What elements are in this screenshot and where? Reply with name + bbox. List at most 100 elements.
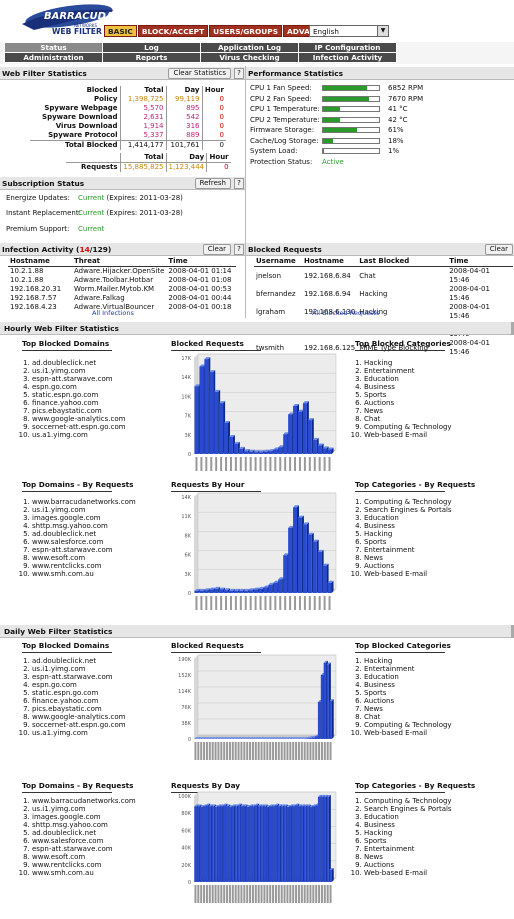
subtab-ip-configuration[interactable]: IP Configuration — [298, 42, 397, 53]
list-item[interactable]: Hacking — [364, 829, 452, 837]
list-item[interactable]: Sports — [364, 689, 452, 697]
list-item[interactable]: static.espn.go.com — [32, 391, 126, 399]
list-item[interactable]: www.rentclicks.com — [32, 562, 136, 570]
list-item[interactable]: Sports — [364, 837, 452, 845]
list-item[interactable]: www.salesforce.com — [32, 837, 136, 845]
list-item[interactable]: Sports — [364, 391, 452, 399]
list-item[interactable]: News — [364, 407, 452, 415]
list-item[interactable]: Search Engines & Portals — [364, 805, 452, 813]
tab-users-groups[interactable]: USERS/GROUPS — [209, 25, 283, 37]
help-icon[interactable]: ? — [234, 178, 244, 189]
list-item[interactable]: Education — [364, 514, 452, 522]
list-item[interactable]: Auctions — [364, 861, 452, 869]
list-item[interactable]: images.google.com — [32, 813, 136, 821]
list-item[interactable]: shttp.msg.yahoo.com — [32, 522, 136, 530]
list-item[interactable]: Web-based E-mail — [364, 570, 452, 578]
tab-block-accept[interactable]: BLOCK/ACCEPT — [137, 25, 209, 37]
list-item[interactable]: Computing & Technology — [364, 423, 452, 431]
list-item[interactable]: www.rentclicks.com — [32, 861, 136, 869]
list-item[interactable]: finance.yahoo.com — [32, 399, 126, 407]
list-item[interactable]: ad.doubleclick.net — [32, 530, 136, 538]
list-item[interactable]: www.salesforce.com — [32, 538, 136, 546]
list-item[interactable]: Computing & Technology — [364, 498, 452, 506]
list-item[interactable]: images.google.com — [32, 514, 136, 522]
list-item[interactable]: www.smh.com.au — [32, 869, 136, 877]
list-item[interactable]: espn-att.starwave.com — [32, 375, 126, 383]
list-item[interactable]: www.barracudanetworks.com — [32, 498, 136, 506]
list-item[interactable]: soccernet-att.espn.go.com — [32, 423, 126, 431]
list-item[interactable]: Web-based E-mail — [364, 869, 452, 877]
list-item[interactable]: us.a1.yimg.com — [32, 431, 126, 439]
list-item[interactable]: Business — [364, 522, 452, 530]
list-item[interactable]: Business — [364, 383, 452, 391]
list-item[interactable]: www.esoft.com — [32, 554, 136, 562]
help-icon[interactable]: ? — [234, 68, 244, 79]
list-item[interactable]: Chat — [364, 713, 452, 721]
list-item[interactable]: News — [364, 853, 452, 861]
subtab-virus-checking[interactable]: Virus Checking — [200, 52, 299, 63]
list-item[interactable]: Computing & Technology — [364, 721, 452, 729]
list-item[interactable]: www.barracudanetworks.com — [32, 797, 136, 805]
list-item[interactable]: ad.doubleclick.net — [32, 657, 126, 665]
list-item[interactable]: Sports — [364, 538, 452, 546]
list-item[interactable]: Chat — [364, 415, 452, 423]
list-item[interactable]: Education — [364, 813, 452, 821]
list-item[interactable]: pics.ebaystatic.com — [32, 407, 126, 415]
list-item[interactable]: Web-based E-mail — [364, 729, 452, 737]
list-item[interactable]: Hacking — [364, 657, 452, 665]
list-item[interactable]: us.i1.yimg.com — [32, 665, 126, 673]
list-item[interactable]: Entertainment — [364, 367, 452, 375]
list-item[interactable]: soccernet-att.espn.go.com — [32, 721, 126, 729]
list-item[interactable]: Auctions — [364, 697, 452, 705]
clear-statistics-button[interactable]: Clear Statistics — [168, 68, 231, 79]
list-item[interactable]: News — [364, 554, 452, 562]
list-item[interactable]: Entertainment — [364, 546, 452, 554]
list-item[interactable]: Auctions — [364, 562, 452, 570]
list-item[interactable]: www.smh.com.au — [32, 570, 136, 578]
subtab-status[interactable]: Status — [4, 42, 103, 53]
list-item[interactable]: finance.yahoo.com — [32, 697, 126, 705]
subtab-reports[interactable]: Reports — [102, 52, 201, 63]
all-blocked-requests-link[interactable]: All Blocked Requests — [312, 309, 379, 317]
list-item[interactable]: ad.doubleclick.net — [32, 829, 136, 837]
list-item[interactable]: espn.go.com — [32, 681, 126, 689]
list-item[interactable]: Education — [364, 375, 452, 383]
list-item[interactable]: Business — [364, 821, 452, 829]
list-item[interactable]: www.google-analytics.com — [32, 415, 126, 423]
clear-button[interactable]: Clear — [484, 244, 513, 255]
list-item[interactable]: www.google-analytics.com — [32, 713, 126, 721]
list-item[interactable]: Computing & Technology — [364, 797, 452, 805]
list-item[interactable]: static.espn.go.com — [32, 689, 126, 697]
tab-basic[interactable]: BASIC — [104, 25, 137, 37]
list-item[interactable]: www.esoft.com — [32, 853, 136, 861]
subtab-log[interactable]: Log — [102, 42, 201, 53]
list-item[interactable]: espn.go.com — [32, 383, 126, 391]
list-item[interactable]: us.i1.yimg.com — [32, 506, 136, 514]
list-item[interactable]: Web-based E-mail — [364, 431, 452, 439]
subtab-infection-activity[interactable]: Infection Activity — [298, 52, 397, 63]
list-item[interactable]: espn-att.starwave.com — [32, 546, 136, 554]
all-infections-link[interactable]: All Infections — [92, 309, 134, 317]
refresh-button[interactable]: Refresh — [194, 178, 231, 189]
list-item[interactable]: Entertainment — [364, 845, 452, 853]
language-select[interactable]: English ▼ — [309, 25, 389, 37]
clear-button[interactable]: Clear — [202, 244, 231, 255]
list-item[interactable]: Search Engines & Portals — [364, 506, 452, 514]
list-item[interactable]: Education — [364, 673, 452, 681]
list-item[interactable]: pics.ebaystatic.com — [32, 705, 126, 713]
list-item[interactable]: Hacking — [364, 530, 452, 538]
list-item[interactable]: ad.doubleclick.net — [32, 359, 126, 367]
list-item[interactable]: shttp.msg.yahoo.com — [32, 821, 136, 829]
list-item[interactable]: Hacking — [364, 359, 452, 367]
list-item[interactable]: espn-att.starwave.com — [32, 845, 136, 853]
list-item[interactable]: us.i1.yimg.com — [32, 805, 136, 813]
subtab-application-log[interactable]: Application Log — [200, 42, 299, 53]
help-icon[interactable]: ? — [234, 244, 244, 255]
subtab-administration[interactable]: Administration — [4, 52, 103, 63]
list-item[interactable]: News — [364, 705, 452, 713]
list-item[interactable]: us.a1.yimg.com — [32, 729, 126, 737]
list-item[interactable]: espn-att.starwave.com — [32, 673, 126, 681]
list-item[interactable]: us.i1.yimg.com — [32, 367, 126, 375]
list-item[interactable]: Entertainment — [364, 665, 452, 673]
list-item[interactable]: Business — [364, 681, 452, 689]
